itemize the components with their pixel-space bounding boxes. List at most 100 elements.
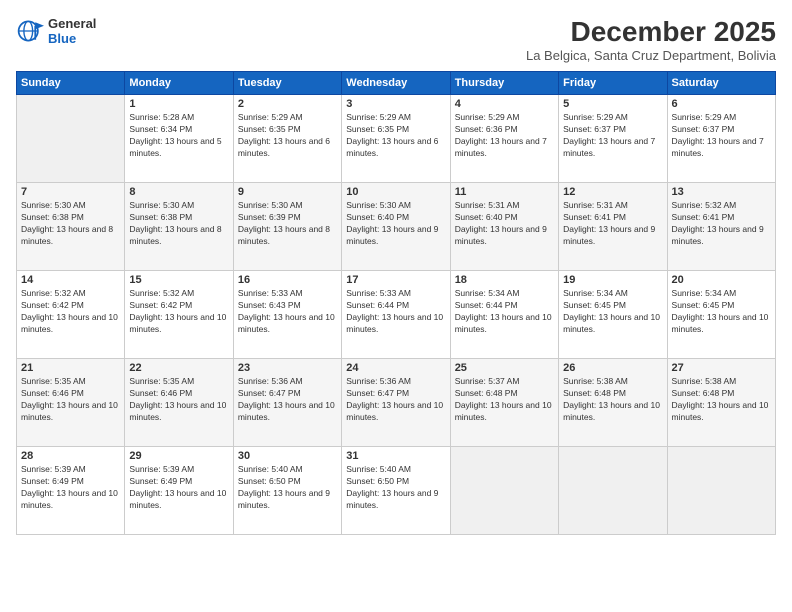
week-row-4: 21 Sunrise: 5:35 AM Sunset: 6:46 PM Dayli… [17,359,776,447]
day-info: Sunrise: 5:39 AM Sunset: 6:49 PM Dayligh… [129,464,228,512]
day-number: 30 [238,450,337,462]
day-info: Sunrise: 5:33 AM Sunset: 6:43 PM Dayligh… [238,288,337,336]
day-info: Sunrise: 5:30 AM Sunset: 6:39 PM Dayligh… [238,200,337,248]
day-number: 11 [455,186,554,198]
day-cell: 14 Sunrise: 5:32 AM Sunset: 6:42 PM Dayli… [17,271,125,359]
day-header-friday: Friday [559,72,667,95]
day-info: Sunrise: 5:29 AM Sunset: 6:37 PM Dayligh… [563,112,662,160]
day-cell: 6Sunrise: 5:29 AM Sunset: 6:37 PM Daylig… [667,95,775,183]
day-cell: 5 Sunrise: 5:29 AM Sunset: 6:37 PM Daylig… [559,95,667,183]
day-cell: 9 Sunrise: 5:30 AM Sunset: 6:39 PM Daylig… [233,183,341,271]
day-number: 29 [129,450,228,462]
day-cell: 11 Sunrise: 5:31 AM Sunset: 6:40 PM Dayli… [450,183,558,271]
calendar-table: SundayMondayTuesdayWednesdayThursdayFrid… [16,71,776,535]
day-info: Sunrise: 5:32 AM Sunset: 6:42 PM Dayligh… [129,288,228,336]
day-number: 22 [129,362,228,374]
day-number: 17 [346,274,445,286]
day-info: Sunrise: 5:40 AM Sunset: 6:50 PM Dayligh… [238,464,337,512]
day-number: 18 [455,274,554,286]
day-cell: 12 Sunrise: 5:31 AM Sunset: 6:41 PM Dayli… [559,183,667,271]
day-info: Sunrise: 5:30 AM Sunset: 6:40 PM Dayligh… [346,200,445,248]
day-cell: 22 Sunrise: 5:35 AM Sunset: 6:46 PM Dayli… [125,359,233,447]
page: General Blue December 2025 La Belgica, S… [0,0,792,612]
day-cell: 23Sunrise: 5:36 AM Sunset: 6:47 PM Dayli… [233,359,341,447]
logo-text: General Blue [48,16,96,46]
day-info: Sunrise: 5:28 AM Sunset: 6:34 PM Dayligh… [129,112,228,160]
day-info: Sunrise: 5:32 AM Sunset: 6:42 PM Dayligh… [21,288,120,336]
day-info: Sunrise: 5:32 AM Sunset: 6:41 PM Dayligh… [672,200,771,248]
day-number: 5 [563,98,662,110]
day-info: Sunrise: 5:31 AM Sunset: 6:41 PM Dayligh… [563,200,662,248]
day-number: 4 [455,98,554,110]
day-cell: 31 Sunrise: 5:40 AM Sunset: 6:50 PM Dayli… [342,447,450,535]
day-info: Sunrise: 5:34 AM Sunset: 6:45 PM Dayligh… [672,288,771,336]
day-info: Sunrise: 5:40 AM Sunset: 6:50 PM Dayligh… [346,464,445,512]
day-cell: 27 Sunrise: 5:38 AM Sunset: 6:48 PM Dayli… [667,359,775,447]
day-info: Sunrise: 5:36 AM Sunset: 6:47 PM Dayligh… [238,376,337,424]
day-number: 16 [238,274,337,286]
week-row-5: 28Sunrise: 5:39 AM Sunset: 6:49 PM Dayli… [17,447,776,535]
week-row-3: 14 Sunrise: 5:32 AM Sunset: 6:42 PM Dayli… [17,271,776,359]
day-number: 20 [672,274,771,286]
day-number: 9 [238,186,337,198]
day-number: 15 [129,274,228,286]
day-number: 7 [21,186,120,198]
day-cell: 17 Sunrise: 5:33 AM Sunset: 6:44 PM Dayli… [342,271,450,359]
day-cell: 25Sunrise: 5:37 AM Sunset: 6:48 PM Dayli… [450,359,558,447]
day-number: 1 [129,98,228,110]
day-header-thursday: Thursday [450,72,558,95]
day-number: 19 [563,274,662,286]
day-info: Sunrise: 5:34 AM Sunset: 6:44 PM Dayligh… [455,288,554,336]
day-cell [17,95,125,183]
day-info: Sunrise: 5:38 AM Sunset: 6:48 PM Dayligh… [563,376,662,424]
day-cell: 18 Sunrise: 5:34 AM Sunset: 6:44 PM Dayli… [450,271,558,359]
day-cell [559,447,667,535]
day-info: Sunrise: 5:31 AM Sunset: 6:40 PM Dayligh… [455,200,554,248]
day-cell: 16 Sunrise: 5:33 AM Sunset: 6:43 PM Dayli… [233,271,341,359]
day-info: Sunrise: 5:33 AM Sunset: 6:44 PM Dayligh… [346,288,445,336]
day-info: Sunrise: 5:35 AM Sunset: 6:46 PM Dayligh… [21,376,120,424]
header-row: SundayMondayTuesdayWednesdayThursdayFrid… [17,72,776,95]
day-info: Sunrise: 5:35 AM Sunset: 6:46 PM Dayligh… [129,376,228,424]
day-cell: 8Sunrise: 5:30 AM Sunset: 6:38 PM Daylig… [125,183,233,271]
day-number: 26 [563,362,662,374]
day-cell: 1 Sunrise: 5:28 AM Sunset: 6:34 PM Daylig… [125,95,233,183]
day-cell: 30 Sunrise: 5:40 AM Sunset: 6:50 PM Dayli… [233,447,341,535]
day-number: 8 [129,186,228,198]
header: General Blue December 2025 La Belgica, S… [16,16,776,63]
day-cell: 3Sunrise: 5:29 AM Sunset: 6:35 PM Daylig… [342,95,450,183]
day-cell [667,447,775,535]
day-cell: 29 Sunrise: 5:39 AM Sunset: 6:49 PM Dayli… [125,447,233,535]
day-number: 14 [21,274,120,286]
week-row-2: 7 Sunrise: 5:30 AM Sunset: 6:38 PM Daylig… [17,183,776,271]
logo-icon [16,17,44,45]
day-cell: 26 Sunrise: 5:38 AM Sunset: 6:48 PM Dayli… [559,359,667,447]
day-info: Sunrise: 5:30 AM Sunset: 6:38 PM Dayligh… [21,200,120,248]
day-cell: 20 Sunrise: 5:34 AM Sunset: 6:45 PM Dayli… [667,271,775,359]
day-cell: 24Sunrise: 5:36 AM Sunset: 6:47 PM Dayli… [342,359,450,447]
day-cell: 4Sunrise: 5:29 AM Sunset: 6:36 PM Daylig… [450,95,558,183]
day-number: 24 [346,362,445,374]
day-cell: 10 Sunrise: 5:30 AM Sunset: 6:40 PM Dayli… [342,183,450,271]
day-number: 21 [21,362,120,374]
day-number: 25 [455,362,554,374]
day-number: 31 [346,450,445,462]
day-cell: 2Sunrise: 5:29 AM Sunset: 6:35 PM Daylig… [233,95,341,183]
day-header-wednesday: Wednesday [342,72,450,95]
location: La Belgica, Santa Cruz Department, Boliv… [526,48,776,63]
day-number: 3 [346,98,445,110]
day-number: 6 [672,98,771,110]
day-number: 27 [672,362,771,374]
day-info: Sunrise: 5:39 AM Sunset: 6:49 PM Dayligh… [21,464,120,512]
day-cell: 21 Sunrise: 5:35 AM Sunset: 6:46 PM Dayli… [17,359,125,447]
day-number: 2 [238,98,337,110]
logo: General Blue [16,16,96,46]
day-cell: 13 Sunrise: 5:32 AM Sunset: 6:41 PM Dayli… [667,183,775,271]
day-number: 10 [346,186,445,198]
day-number: 13 [672,186,771,198]
day-header-monday: Monday [125,72,233,95]
day-cell [450,447,558,535]
day-number: 12 [563,186,662,198]
day-header-tuesday: Tuesday [233,72,341,95]
day-info: Sunrise: 5:38 AM Sunset: 6:48 PM Dayligh… [672,376,771,424]
